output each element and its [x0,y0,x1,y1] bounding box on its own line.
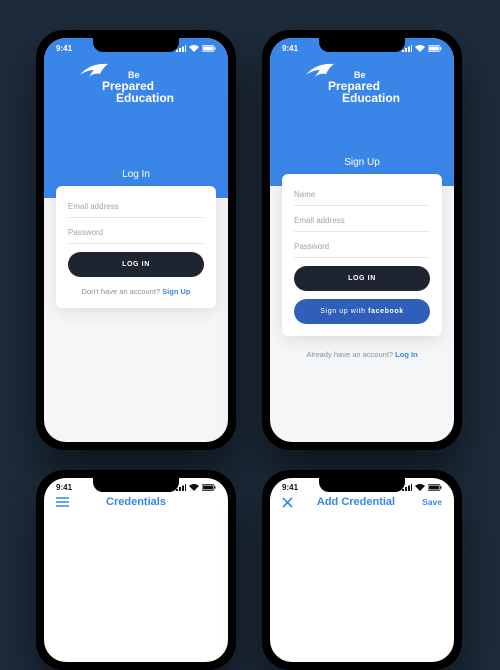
fb-prefix: Sign up with [320,308,368,315]
status-time: 9:41 [56,483,72,492]
login-prompt-text: Already have an account? [306,350,395,359]
login-prompt: Already have an account? Log In [270,350,454,359]
signup-hero: 9:41 Be Prepared Education Sign Up [270,38,454,186]
signup-prompt-text: Don't have an account? [82,287,163,296]
phone-login: 9:41 Be Prepared Education Log In Email … [36,30,236,450]
status-time: 9:41 [282,483,298,492]
battery-icon [428,45,442,52]
password-field[interactable]: Password [294,232,430,258]
add-credential-header: Add Credential Save [270,492,454,508]
device-notch [93,478,179,492]
bird-icon [78,61,112,83]
battery-icon [428,484,442,491]
wifi-icon [415,484,425,491]
name-field[interactable]: Name [294,180,430,206]
status-icons [176,484,216,491]
login-heading: Log In [44,169,228,180]
password-field[interactable]: Password [68,218,204,244]
signup-link[interactable]: Sign Up [162,287,190,296]
device-notch [93,38,179,52]
brand-logo: Be Prepared Education [44,71,228,107]
signup-prompt: Don't have an account? Sign Up [68,287,204,296]
status-icons [402,484,442,491]
status-time: 9:41 [56,44,72,53]
status-icons [176,45,216,52]
device-notch [319,38,405,52]
bird-icon [304,61,338,83]
phone-credentials: 9:41 Credentials [36,470,236,670]
fb-brand: facebook [368,308,404,315]
facebook-signup-button[interactable]: Sign up with facebook [294,299,430,324]
credentials-header: Credentials [44,492,228,508]
signup-heading: Sign Up [270,157,454,168]
brand-line3: Education [102,92,174,104]
login-card: Email address Password LOG IN Don't have… [56,186,216,308]
brand-logo: Be Prepared Education [270,71,454,107]
add-credential-title: Add Credential [296,496,416,508]
login-button[interactable]: LOG IN [68,252,204,277]
screen-login: 9:41 Be Prepared Education Log In Email … [44,38,228,442]
screen-credentials: 9:41 Credentials [44,478,228,662]
signup-card: Name Email address Password LOG IN Sign … [282,174,442,336]
phone-add-credential: 9:41 Add Credential Save [262,470,462,670]
credentials-title: Credentials [70,496,202,508]
close-icon[interactable] [282,497,296,508]
login-link[interactable]: Log In [395,350,418,359]
wifi-icon [189,484,199,491]
menu-icon[interactable] [56,497,70,507]
signup-submit-button[interactable]: LOG IN [294,266,430,291]
screen-add-credential: 9:41 Add Credential Save [270,478,454,662]
brand-line3: Education [328,92,400,104]
device-notch [319,478,405,492]
status-icons [402,45,442,52]
status-time: 9:41 [282,44,298,53]
screen-signup: 9:41 Be Prepared Education Sign Up Name [270,38,454,442]
wifi-icon [415,45,425,52]
battery-icon [202,484,216,491]
phone-signup: 9:41 Be Prepared Education Sign Up Name [262,30,462,450]
wifi-icon [189,45,199,52]
login-hero: 9:41 Be Prepared Education Log In [44,38,228,198]
email-field[interactable]: Email address [68,192,204,218]
battery-icon [202,45,216,52]
save-button[interactable]: Save [416,497,442,507]
email-field[interactable]: Email address [294,206,430,232]
